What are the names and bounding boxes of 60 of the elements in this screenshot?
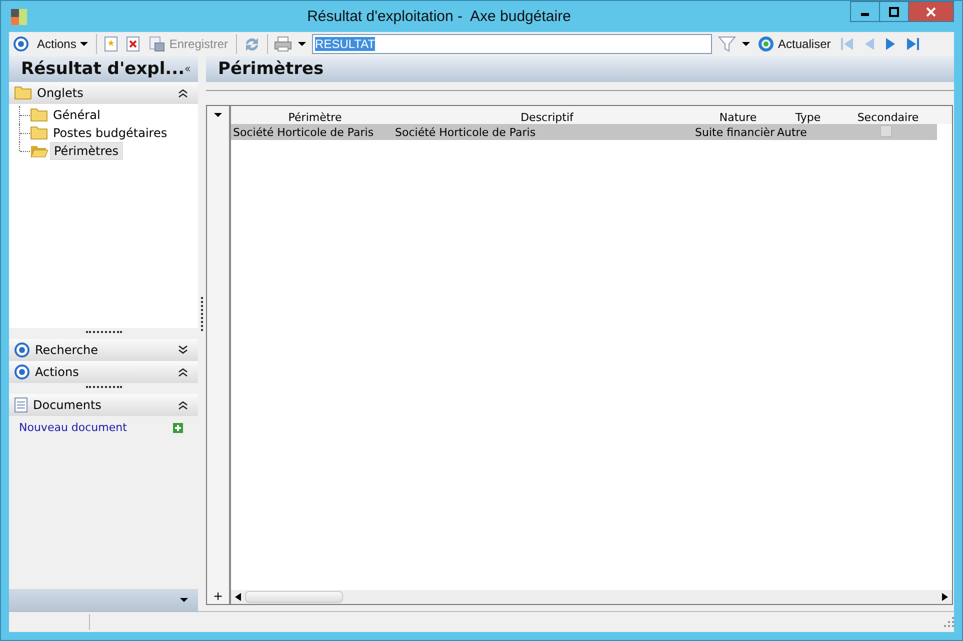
table-cell-text: Autre — [777, 126, 808, 138]
delete-icon[interactable] — [125, 36, 142, 52]
section-header[interactable]: Actions — [9, 361, 198, 383]
expand-icon[interactable] — [178, 345, 188, 355]
add-icon[interactable] — [173, 422, 183, 432]
collapse-panel-icon[interactable] — [184, 64, 190, 74]
column-header[interactable]: Secondaire — [837, 111, 939, 124]
caret-icon[interactable] — [742, 41, 750, 47]
tree-item[interactable]: Postes budgétaires — [50, 125, 170, 141]
panel-title: Résultat d'expl... — [21, 59, 185, 79]
app-logo-icon[interactable] — [11, 8, 27, 24]
target-icon[interactable] — [14, 364, 30, 380]
section-header[interactable]: Recherche — [9, 339, 198, 361]
caret-icon[interactable] — [298, 41, 306, 47]
caret-icon[interactable] — [80, 41, 88, 47]
section-header[interactable]: Documents — [9, 394, 198, 416]
column-header[interactable]: Descriptif — [397, 111, 697, 124]
column-header[interactable]: Nature — [697, 111, 779, 124]
table-row[interactable]: Société Horticole de Paris Société Horticole de Paris Suite financièr Autre — [231, 124, 937, 140]
last-record-icon[interactable] — [904, 36, 921, 52]
table-cell-text: Société Horticole de Paris — [395, 126, 537, 138]
close-icon[interactable] — [926, 6, 936, 16]
collapse-icon[interactable] — [178, 367, 188, 377]
maximize-icon[interactable] — [889, 6, 899, 16]
page-title: Périmètres — [218, 59, 324, 79]
close-button[interactable] — [908, 1, 954, 22]
refresh-icon[interactable] — [758, 36, 774, 52]
minimize-button[interactable] — [850, 1, 880, 22]
scroll-right-icon[interactable] — [942, 593, 948, 601]
horizontal-scrollbar[interactable] — [231, 590, 952, 604]
column-chooser-icon[interactable] — [214, 112, 222, 118]
folder-icon[interactable] — [30, 108, 48, 122]
scroll-left-icon[interactable] — [235, 593, 241, 601]
column-header[interactable]: Type — [779, 111, 837, 124]
resize-grip-icon[interactable] — [944, 617, 954, 627]
maximize-button[interactable] — [879, 1, 909, 22]
open-folder-icon[interactable] — [30, 144, 48, 158]
refresh-button[interactable]: Actualiser — [756, 36, 833, 52]
filter-icon[interactable] — [718, 36, 736, 52]
target-icon[interactable] — [13, 36, 29, 52]
new-document-link[interactable]: Nouveau document — [19, 421, 127, 434]
tree-item[interactable]: Périmètres — [50, 142, 123, 160]
collapse-icon[interactable] — [178, 88, 188, 98]
tree-item[interactable]: Général — [50, 107, 104, 123]
document-icon[interactable] — [14, 397, 28, 413]
save-icon[interactable] — [149, 36, 166, 52]
table-cell-text: Suite financièr — [695, 126, 776, 138]
new-document-icon[interactable] — [103, 36, 120, 52]
caret-icon[interactable] — [180, 597, 188, 603]
table-cell-text: Société Horticole de Paris — [232, 126, 375, 138]
add-row-button[interactable]: + — [212, 588, 224, 604]
checkbox[interactable] — [880, 124, 892, 136]
folder-icon[interactable] — [30, 126, 48, 140]
collapse-icon[interactable] — [178, 400, 188, 410]
target-icon[interactable] — [14, 342, 30, 358]
actions-menu[interactable]: Actions — [35, 37, 90, 51]
section-header[interactable]: Onglets — [9, 82, 198, 104]
printer-icon[interactable] — [274, 36, 292, 52]
column-header[interactable]: Périmètre — [231, 111, 397, 124]
window-title: Résultat d'exploitation - Axe budgétaire — [306, 8, 572, 25]
